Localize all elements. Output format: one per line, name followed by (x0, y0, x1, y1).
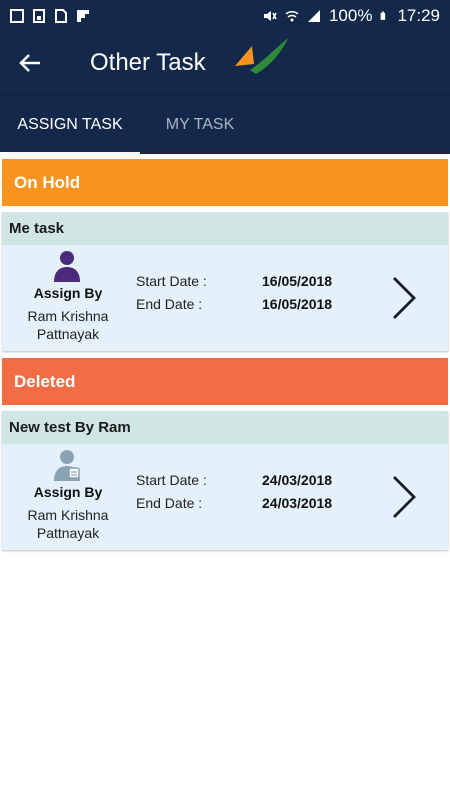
assignee-name: Ram Krishna Pattnayak (2, 506, 134, 542)
system-icons: 100% 17:29 (263, 6, 440, 26)
back-button[interactable] (0, 32, 60, 94)
end-date-label: End Date : (136, 495, 203, 511)
status-bar: 100% 17:29 (0, 0, 450, 32)
user-gray-icon (54, 450, 80, 481)
assign-by-label: Assign By (33, 285, 103, 301)
app-bar: Other Task (0, 32, 450, 94)
assignee-name-line2: Pattnayak (36, 525, 100, 541)
document-icon (55, 9, 67, 23)
flipboard-icon (77, 10, 89, 22)
device-icon (33, 9, 45, 23)
task-title: Me task (2, 212, 448, 245)
clock: 17:29 (397, 6, 440, 25)
assignee-name: Ram Krishna Pattnayak (2, 307, 134, 343)
assignee-name-line2: Pattnayak (36, 326, 100, 342)
assignee-name-line1: Ram Krishna (27, 507, 109, 523)
end-date-value: 24/03/2018 (262, 495, 333, 511)
brand-logo-icon (235, 38, 288, 74)
screenshot-icon (10, 9, 24, 23)
task-card[interactable]: New test By Ram Assign By Ram Krishna Pa… (2, 411, 448, 550)
start-date-value: 24/03/2018 (262, 472, 333, 488)
tab-assign-task[interactable]: ASSIGN TASK (0, 95, 140, 155)
task-details: Assign By Ram Krishna Pattnayak Start Da… (2, 245, 448, 351)
notification-icons (10, 9, 90, 23)
task-title: New test By Ram (2, 411, 448, 444)
arrow-left-icon (19, 54, 40, 72)
end-date-label: End Date : (136, 296, 203, 312)
chevron-right-icon[interactable] (388, 474, 418, 520)
start-date-value: 16/05/2018 (262, 273, 333, 289)
task-card[interactable]: Me task Assign By Ram Krishna Pattnayak … (2, 212, 448, 351)
start-date-label: Start Date : (136, 273, 207, 289)
user-purple-icon (54, 251, 80, 282)
task-list: On Hold Me task Assign By Ram Krishna Pa… (0, 154, 450, 550)
chevron-right-icon[interactable] (388, 275, 418, 321)
assignee-name-line1: Ram Krishna (27, 308, 109, 324)
section-header-on-hold: On Hold (2, 159, 448, 206)
end-date-value: 16/05/2018 (262, 296, 333, 312)
page-title: Other Task (90, 49, 206, 76)
section-header-deleted: Deleted (2, 358, 448, 405)
assign-by-label: Assign By (33, 484, 103, 500)
tab-bar: ASSIGN TASK MY TASK (0, 94, 450, 155)
mute-icon (263, 11, 277, 21)
battery-icon (381, 11, 386, 20)
tab-my-task[interactable]: MY TASK (140, 95, 260, 155)
signal-icon (307, 10, 320, 22)
start-date-label: Start Date : (136, 472, 207, 488)
task-details: Assign By Ram Krishna Pattnayak Start Da… (2, 444, 448, 550)
battery-percent: 100% (328, 6, 373, 25)
wifi-icon (285, 10, 299, 22)
